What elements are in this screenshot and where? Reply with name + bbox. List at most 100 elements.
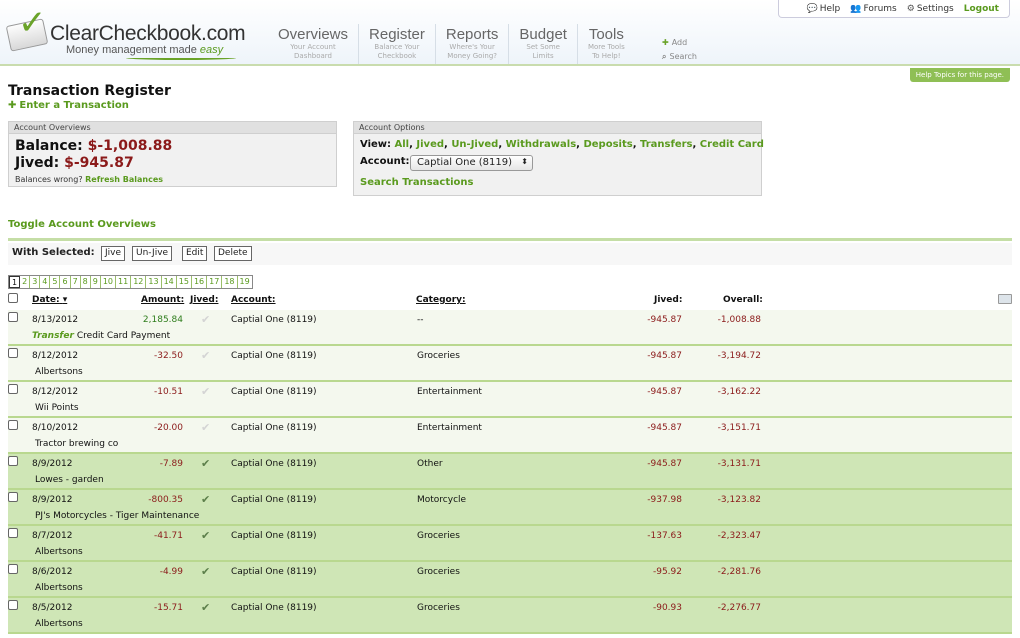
forums-label: Forums (863, 3, 897, 14)
row-checkbox[interactable] (8, 348, 18, 358)
nav-add[interactable]: ✚ Add (662, 36, 697, 50)
jived-check-icon[interactable]: ✔ (201, 529, 210, 542)
row-date: 8/9/2012 (32, 495, 73, 505)
table-row[interactable]: 8/13/2012 2,185.84 ✔ Captial One (8119) … (8, 310, 1012, 346)
help-topics-tab[interactable]: Help Topics for this page. (909, 68, 1010, 82)
row-amount: -10.51 (153, 387, 183, 397)
folder-icon[interactable] (998, 294, 1012, 304)
page-link[interactable]: 8 (81, 276, 91, 288)
enter-transaction-link[interactable]: ✚ Enter a Transaction (8, 100, 129, 111)
nav-sub: Checkbook (377, 52, 417, 60)
page-link[interactable]: 4 (40, 276, 51, 288)
view-filter-un-jived[interactable]: Un-Jived (451, 139, 498, 150)
table-row[interactable]: 8/10/2012 -20.00 ✔ Captial One (8119) En… (8, 418, 1012, 454)
page-link[interactable]: 2 (20, 276, 31, 288)
jive-button[interactable]: Jive (101, 246, 126, 261)
row-checkbox[interactable] (8, 384, 18, 394)
table-row[interactable]: 8/9/2012 -7.89 ✔ Captial One (8119) Othe… (8, 454, 1012, 490)
edit-button[interactable]: Edit (182, 246, 208, 261)
page-link[interactable]: 13 (146, 276, 162, 288)
page-link[interactable]: 6 (60, 276, 71, 288)
unjive-button[interactable]: Un-Jive (132, 246, 173, 261)
row-checkbox[interactable] (8, 420, 18, 430)
table-row[interactable]: 8/12/2012 -10.51 ✔ Captial One (8119) En… (8, 382, 1012, 418)
table-row[interactable]: 8/5/2012 -15.71 ✔ Captial One (8119) Gro… (8, 598, 1012, 634)
page-link[interactable]: 1 (9, 276, 21, 288)
page-link[interactable]: 10 (101, 276, 117, 288)
page-link[interactable]: 3 (30, 276, 41, 288)
page-link[interactable]: 11 (116, 276, 132, 288)
view-filter-deposits[interactable]: Deposits (583, 139, 632, 150)
row-checkbox[interactable] (8, 564, 18, 574)
help-link[interactable]: 💬 Help (807, 4, 841, 14)
page-link[interactable]: 5 (50, 276, 61, 288)
col-category[interactable]: Category: (416, 295, 466, 305)
jived-check-icon[interactable]: ✔ (201, 565, 210, 578)
row-checkbox[interactable] (8, 312, 18, 322)
row-checkbox[interactable] (8, 600, 18, 610)
col-date[interactable]: Date: ▾ (32, 295, 67, 305)
logout-link[interactable]: Logout (964, 4, 999, 14)
row-account: Captial One (8119) (231, 315, 317, 325)
table-row[interactable]: 8/12/2012 -32.50 ✔ Captial One (8119) Gr… (8, 346, 1012, 382)
page-link[interactable]: 7 (71, 276, 81, 288)
toggle-account-overviews-link[interactable]: Toggle Account Overviews (8, 219, 156, 230)
refresh-balances-link[interactable]: Refresh Balances (85, 175, 163, 184)
row-description: Tractor brewing co (32, 439, 118, 449)
delete-button[interactable]: Delete (214, 246, 252, 261)
speech-bubble-icon: 💬 (806, 3, 818, 14)
row-overall-balance: -2,323.47 (717, 531, 761, 541)
page-link[interactable]: 9 (91, 276, 101, 288)
settings-link[interactable]: ⚙ Settings (907, 4, 954, 14)
jived-check-icon[interactable]: ✔ (201, 421, 210, 434)
table-row[interactable]: 8/6/2012 -4.99 ✔ Captial One (8119) Groc… (8, 562, 1012, 598)
search-transactions-link[interactable]: Search Transactions (360, 177, 474, 188)
account-select[interactable]: Captial One (8119) ⬍ (410, 155, 533, 171)
forums-link[interactable]: 👥 Forums (850, 4, 896, 14)
page-link[interactable]: 18 (222, 276, 238, 288)
row-checkbox[interactable] (8, 492, 18, 502)
nav-search[interactable]: ⌕ Search (662, 50, 697, 64)
col-amount[interactable]: Amount: (141, 295, 184, 305)
col-jived[interactable]: Jived: (190, 295, 218, 305)
table-row[interactable]: 8/9/2012 -800.35 ✔ Captial One (8119) Mo… (8, 490, 1012, 526)
page-link[interactable]: 12 (131, 276, 147, 288)
view-filter-row: View: All, Jived, Un-Jived, Withdrawals,… (360, 139, 764, 150)
row-checkbox[interactable] (8, 528, 18, 538)
view-filter-credit-card[interactable]: Credit Card (700, 139, 764, 150)
separator: , (576, 139, 580, 150)
row-checkbox[interactable] (8, 456, 18, 466)
view-filter-jived[interactable]: Jived (416, 139, 444, 150)
jived-check-icon[interactable]: ✔ (201, 385, 210, 398)
nav-sub: Money Going? (447, 52, 497, 60)
jived-check-icon[interactable]: ✔ (201, 457, 210, 470)
site-logo[interactable]: ✓ ClearCheckbook.com Money management ma… (5, 6, 256, 60)
page-link[interactable]: 14 (162, 276, 177, 288)
row-overall-balance: -2,276.77 (717, 603, 761, 613)
row-category: Entertainment (417, 423, 482, 433)
account-options-panel: Account Options View: All, Jived, Un-Jiv… (353, 121, 764, 196)
nav-item-register[interactable]: Register Balance Your Checkbook (358, 24, 435, 64)
row-category: Groceries (417, 567, 460, 577)
view-filter-transfers[interactable]: Transfers (640, 139, 693, 150)
separator: , (692, 139, 697, 150)
select-all-checkbox[interactable] (8, 293, 18, 303)
nav-item-reports[interactable]: Reports Where's Your Money Going? (434, 24, 509, 64)
row-date: 8/13/2012 (32, 315, 79, 325)
page-link[interactable]: 16 (192, 276, 208, 288)
view-filter-withdrawals[interactable]: Withdrawals (506, 139, 577, 150)
page-link[interactable]: 17 (207, 276, 223, 288)
jived-check-icon[interactable]: ✔ (201, 349, 210, 362)
view-filter-all[interactable]: All (395, 139, 410, 150)
page-link[interactable]: 15 (177, 276, 192, 288)
jived-check-icon[interactable]: ✔ (201, 313, 210, 326)
col-account[interactable]: Account: (231, 295, 276, 305)
table-row[interactable]: 8/7/2012 -41.71 ✔ Captial One (8119) Gro… (8, 526, 1012, 562)
jived-check-icon[interactable]: ✔ (201, 601, 210, 614)
jived-check-icon[interactable]: ✔ (201, 493, 210, 506)
page-link[interactable]: 19 (238, 276, 252, 288)
row-jived-balance: -945.87 (647, 459, 682, 469)
nav-item-budget[interactable]: Budget Set Some Limits (508, 24, 577, 64)
nav-item-overviews[interactable]: Overviews Your Account Dashboard (268, 24, 358, 64)
nav-item-tools[interactable]: Tools More Tools To Help! (576, 24, 635, 64)
